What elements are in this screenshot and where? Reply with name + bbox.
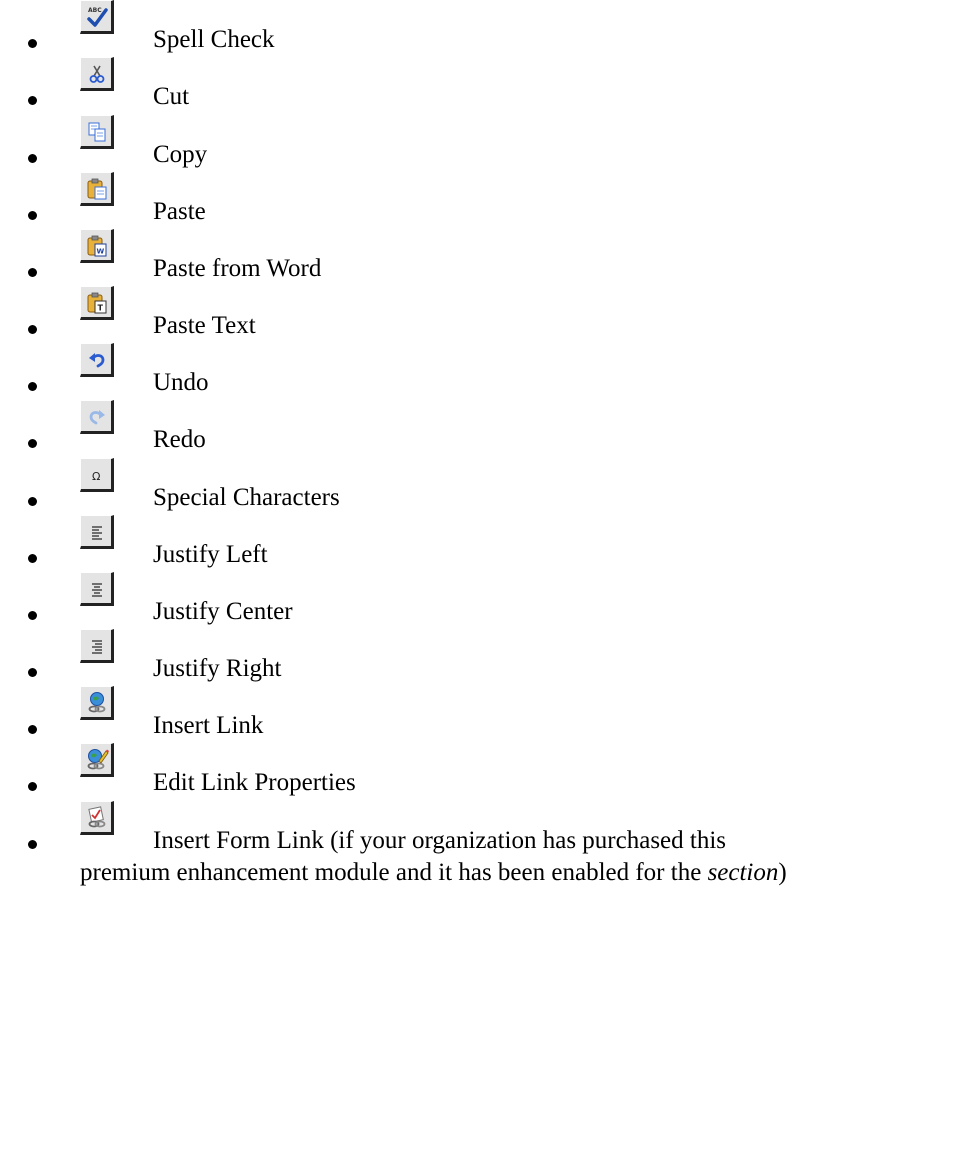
paste-icon — [80, 172, 114, 206]
justify-right-icon — [80, 629, 114, 663]
bullet — [28, 268, 37, 277]
label-cont-close: ) — [778, 859, 787, 886]
list-item-cut: Cut — [0, 57, 964, 117]
paste-from-word-icon: W — [80, 229, 114, 263]
bullet — [28, 154, 37, 163]
item-label-continuation: premium enhancement module and it has be… — [80, 858, 787, 888]
paste-text-icon: T — [80, 286, 114, 320]
list-item-justify-center: Justify Center — [0, 572, 964, 632]
insert-form-link-icon — [80, 801, 114, 835]
list-item-spell-check: ABC Spell Check — [0, 0, 964, 60]
list-item-insert-form-link: Insert Form Link (if your organization h… — [0, 801, 964, 901]
bullet — [28, 668, 37, 677]
bullet — [28, 439, 37, 448]
bullet — [28, 39, 37, 48]
item-label: Spell Check — [153, 26, 275, 53]
item-label: Edit Link Properties — [153, 769, 356, 796]
list-item-insert-link: Insert Link — [0, 686, 964, 746]
item-label: Redo — [153, 426, 206, 453]
document-page: ABC Spell Check Cut Copy Paste W Paste f… — [0, 0, 964, 1151]
copy-icon — [80, 115, 114, 149]
special-characters-icon: Ω — [80, 458, 114, 492]
bullet — [28, 554, 37, 563]
svg-text:ABC: ABC — [88, 7, 102, 14]
item-label: Justify Center — [153, 598, 293, 625]
bullet — [28, 325, 37, 334]
list-item-paste-text: T Paste Text — [0, 286, 964, 346]
item-label: Cut — [153, 83, 190, 110]
list-item-redo: Redo — [0, 400, 964, 460]
label-cont-text: premium enhancement module and it has be… — [80, 859, 708, 886]
list-item-undo: Undo — [0, 343, 964, 403]
undo-icon — [80, 343, 114, 377]
label-cont-emphasis: section — [707, 859, 779, 886]
edit-link-properties-icon — [80, 743, 114, 777]
bullet — [28, 782, 37, 791]
item-label: Paste — [153, 198, 206, 225]
item-label: Justify Left — [153, 541, 268, 568]
justify-center-icon — [80, 572, 114, 606]
item-label: Undo — [153, 369, 209, 396]
bullet — [28, 382, 37, 391]
list-item-paste: Paste — [0, 172, 964, 232]
svg-text:W: W — [97, 248, 105, 256]
bullet — [28, 725, 37, 734]
item-label: Justify Right — [153, 655, 282, 682]
bullet — [28, 96, 37, 105]
list-item-copy: Copy — [0, 115, 964, 175]
item-label: Special Characters — [153, 484, 340, 511]
bullet — [28, 840, 37, 849]
item-label: Copy — [153, 141, 208, 168]
insert-link-icon — [80, 686, 114, 720]
list-item-justify-left: Justify Left — [0, 515, 964, 575]
svg-text:Ω: Ω — [92, 470, 100, 483]
list-item-edit-link-properties: Edit Link Properties — [0, 743, 964, 803]
bullet — [28, 211, 37, 220]
redo-icon — [80, 400, 114, 434]
justify-left-icon — [80, 515, 114, 549]
spell-check-icon: ABC — [80, 0, 114, 34]
list-item-special-characters: Ω Special Characters — [0, 458, 964, 518]
item-label: Insert Form Link (if your organization h… — [153, 827, 727, 854]
list-item-justify-right: Justify Right — [0, 629, 964, 689]
svg-text:T: T — [98, 304, 104, 313]
bullet — [28, 611, 37, 620]
item-label: Paste Text — [153, 312, 256, 339]
bullet — [28, 497, 37, 506]
item-label: Insert Link — [153, 712, 264, 739]
cut-icon — [80, 57, 114, 91]
list-item-paste-from-word: W Paste from Word — [0, 229, 964, 289]
item-label: Paste from Word — [153, 255, 322, 282]
